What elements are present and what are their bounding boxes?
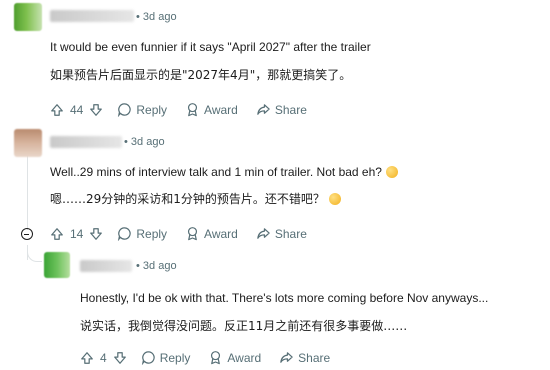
reply-label: Reply: [136, 226, 168, 241]
award-button[interactable]: Award: [185, 226, 238, 241]
comment-text-zh: 嗯……29分钟的采访和1分钟的预告片。还不错吧？: [50, 190, 341, 207]
comment-text-zh: 如果预告片后面显示的是"2027年4月"，那就更搞笑了。: [50, 68, 352, 82]
collapse-thread-icon[interactable]: [21, 228, 33, 240]
upvote-icon[interactable]: [50, 103, 64, 117]
award-icon: [211, 351, 221, 365]
separator-dot: •: [124, 136, 128, 148]
comment-icon: [141, 351, 155, 365]
comment-age: 3d ago: [142, 260, 177, 272]
laughing-emoji-icon: [385, 166, 398, 178]
comment-text-en-content: Well..29 mins of interview talk and 1 mi…: [50, 165, 382, 179]
downvote-icon[interactable]: [113, 351, 127, 365]
username-blurred[interactable]: [50, 136, 122, 148]
share-icon: [280, 352, 293, 363]
share-button[interactable]: Share: [279, 350, 330, 365]
comment-meta: • 3d ago: [136, 260, 177, 272]
vote-count: 4: [100, 350, 107, 365]
vote-group: 14: [50, 227, 103, 241]
reply-button[interactable]: Reply: [117, 102, 167, 117]
share-icon: [257, 228, 270, 239]
award-button[interactable]: Award: [185, 102, 238, 117]
share-label: Share: [298, 350, 331, 365]
username-blurred[interactable]: [80, 260, 132, 272]
vote-group: 44: [50, 103, 103, 117]
share-icon: [257, 104, 270, 115]
share-label: Share: [274, 102, 307, 117]
avatar[interactable]: [14, 3, 42, 31]
reply-label: Reply: [159, 350, 191, 365]
reply-button[interactable]: Reply: [117, 226, 167, 241]
vote-count: 14: [70, 226, 84, 241]
award-label: Award: [204, 226, 238, 241]
avatar[interactable]: [14, 129, 42, 157]
avatar[interactable]: [44, 252, 70, 278]
comment-icon: [118, 227, 132, 241]
username-blurred[interactable]: [50, 10, 134, 22]
comment-actions: 44 Reply Award Share: [50, 102, 325, 117]
thread-line: [27, 150, 28, 230]
award-label: Award: [227, 350, 262, 365]
downvote-icon[interactable]: [89, 227, 103, 241]
comment-text-en: Well..29 mins of interview talk and 1 mi…: [50, 165, 398, 179]
share-button[interactable]: Share: [256, 102, 307, 117]
comment-actions: 4 Reply Award Share: [80, 350, 348, 365]
vote-group: 4: [80, 351, 127, 365]
award-button[interactable]: Award: [208, 350, 261, 365]
laughing-emoji-icon: [328, 193, 341, 205]
comment-text-zh: 说实话，我倒觉得没问题。反正11月之前还有很多事要做……: [80, 319, 408, 333]
separator-dot: •: [136, 11, 140, 23]
comment-text-en: Honestly, I'd be ok with that. There's l…: [80, 291, 489, 305]
thread-branch: [27, 245, 42, 262]
separator-dot: •: [136, 260, 140, 272]
award-label: Award: [204, 102, 238, 117]
comment-age: 3d ago: [142, 11, 177, 23]
downvote-icon[interactable]: [89, 103, 103, 117]
reply-button[interactable]: Reply: [141, 350, 191, 365]
share-button[interactable]: Share: [256, 226, 307, 241]
comment-age: 3d ago: [130, 136, 165, 148]
vote-count: 44: [70, 102, 84, 117]
upvote-icon[interactable]: [80, 351, 94, 365]
comment-actions: 14 Reply Award Share: [50, 226, 325, 241]
comment-meta: • 3d ago: [136, 11, 177, 23]
share-label: Share: [274, 226, 307, 241]
award-icon: [188, 103, 198, 117]
reply-label: Reply: [136, 102, 168, 117]
comment-text-zh-content: 嗯……29分钟的采访和1分钟的预告片。还不错吧？: [50, 192, 325, 206]
upvote-icon[interactable]: [50, 227, 64, 241]
comment-text-en: It would be even funnier if it says "Apr…: [50, 40, 371, 54]
comment-meta: • 3d ago: [124, 136, 165, 148]
comment-icon: [118, 103, 132, 117]
award-icon: [188, 227, 198, 241]
